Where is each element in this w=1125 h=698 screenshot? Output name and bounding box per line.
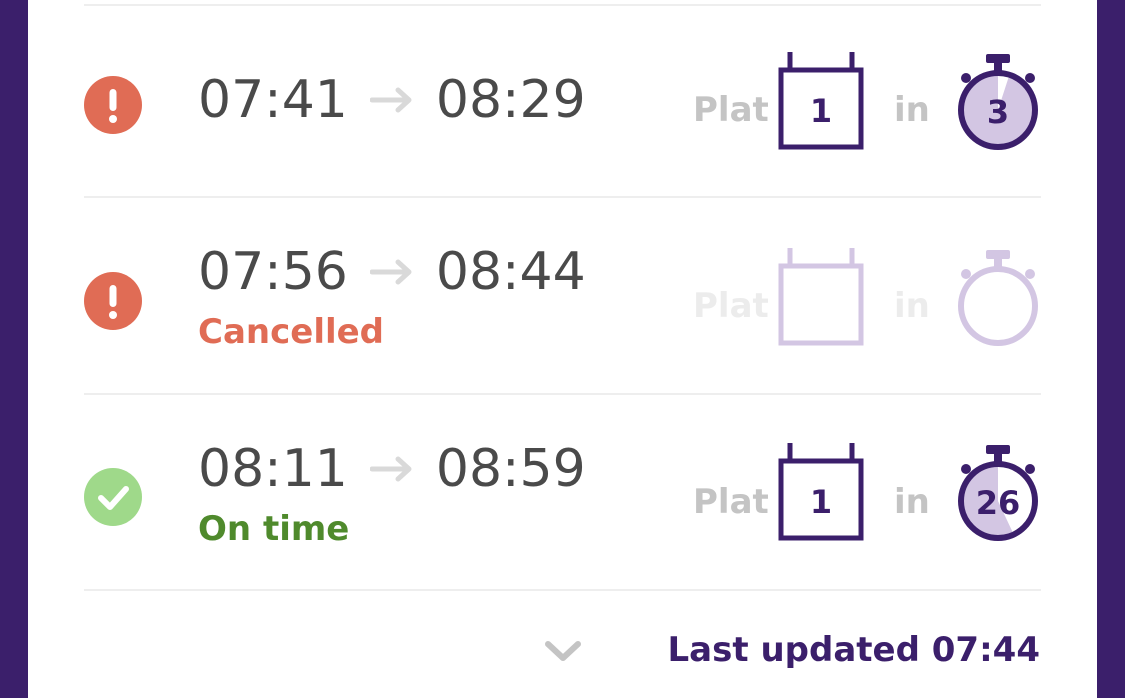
departure-time: 07:41 [198,70,348,130]
journey-times: 07:41 08:29 [198,70,586,130]
platform-label: Plat [693,90,769,130]
train-row-1[interactable]: 07:41 08:29 Plat 1 in 3 [28,6,1097,202]
minutes-until-departure [953,268,1043,348]
platform-board-icon: 1 [778,50,864,150]
arrival-time: 08:29 [435,70,586,130]
journey-times: 08:11 08:59 [198,439,586,499]
minutes-until-departure: 3 [986,93,1010,131]
stopwatch-icon: 3 [953,52,1043,152]
arrival-time: 08:44 [435,242,586,302]
last-updated-text: Last updated 07:44 [667,630,1040,670]
status-on-time: On time [198,509,350,549]
train-row-3[interactable]: 08:11 08:59 On time Plat 1 in 26 [28,395,1097,591]
platform-board-icon [778,246,864,346]
minutes-until-departure: 26 [975,484,1021,522]
platform-board-icon: 1 [778,441,864,541]
divider [84,589,1041,591]
in-label: in [894,482,930,522]
status-cancelled: Cancelled [198,312,385,352]
in-label: in [894,90,930,130]
platform-number: 1 [809,483,833,521]
check-circle-icon [84,468,142,526]
arrow-right-icon [369,454,414,484]
platform-label: Plat [693,286,769,326]
exclamation-circle-icon [84,76,142,134]
train-row-2[interactable]: 07:56 08:44 Cancelled Plat in [28,198,1097,394]
stopwatch-icon [953,248,1043,348]
arrival-time: 08:59 [435,439,586,499]
arrow-right-icon [369,85,414,115]
journey-times: 07:56 08:44 [198,242,586,302]
platform-number: 1 [809,92,833,130]
arrow-right-icon [369,257,414,287]
chevron-down-icon[interactable] [543,636,583,666]
platform-number [778,268,864,346]
departures-card: 07:41 08:29 Plat 1 in 3 07:56 08:44 Canc… [28,0,1097,698]
exclamation-circle-icon [84,272,142,330]
platform-label: Plat [693,482,769,522]
departure-time: 08:11 [198,439,348,499]
departure-time: 07:56 [198,242,348,302]
in-label: in [894,286,930,326]
stopwatch-icon: 26 [953,443,1043,543]
